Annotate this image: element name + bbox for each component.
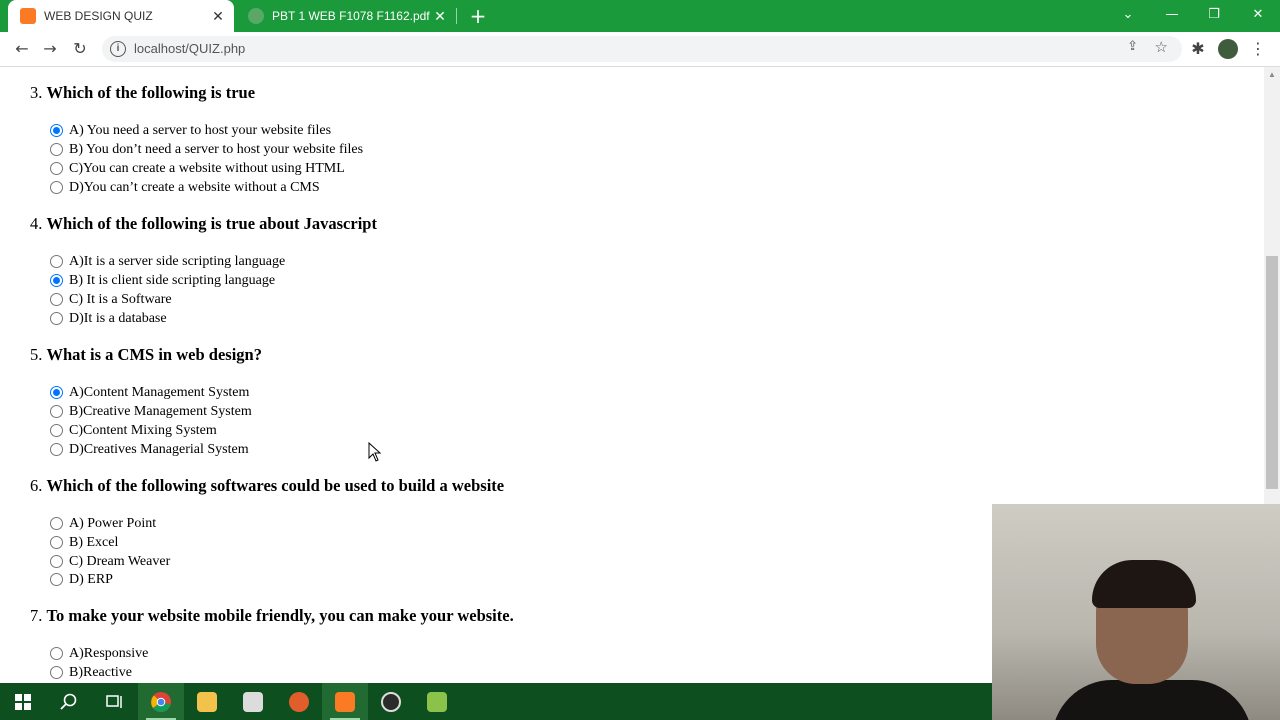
site-info-icon[interactable]: i <box>110 41 126 57</box>
q3-option-d[interactable]: D)You can’t create a website without a C… <box>50 178 320 197</box>
q4-option-c[interactable]: C) It is a Software <box>50 290 172 309</box>
q5-option-c[interactable]: C)Content Mixing System <box>50 421 217 440</box>
tab-title: PBT 1 WEB F1078 F1162.pdf <box>272 9 430 23</box>
windows-taskbar <box>0 683 992 720</box>
search-icon[interactable] <box>46 683 92 720</box>
back-arrow-icon[interactable]: ← <box>10 37 34 61</box>
radio-button[interactable] <box>50 274 63 287</box>
close-tab-icon[interactable]: ✕ <box>208 8 228 25</box>
extensions-puzzle-icon[interactable]: ✱ <box>1186 37 1210 61</box>
forward-arrow-icon[interactable]: → <box>38 37 62 61</box>
webcam-overlay <box>992 504 1280 720</box>
windows-start-icon[interactable] <box>0 683 46 720</box>
xampp-icon[interactable] <box>322 683 368 720</box>
q5-option-a[interactable]: A)Content Management System <box>50 383 249 402</box>
radio-button[interactable] <box>50 555 63 568</box>
scroll-up-arrow-icon[interactable]: ▲ <box>1264 67 1280 83</box>
q4-option-d[interactable]: D)It is a database <box>50 309 167 328</box>
radio-button[interactable] <box>50 143 63 156</box>
tab-pdf[interactable]: PBT 1 WEB F1078 F1162.pdf ✕ <box>236 0 456 32</box>
question-7-title: 7. To make your website mobile friendly,… <box>30 606 514 625</box>
tab-search-icon[interactable]: ⌄ <box>1106 0 1150 30</box>
radio-button[interactable] <box>50 293 63 306</box>
profile-avatar[interactable] <box>1218 39 1238 59</box>
q3-option-b[interactable]: B) You don’t need a server to host your … <box>50 140 363 159</box>
q7-option-b[interactable]: B)Reactive <box>50 663 132 682</box>
globe-icon <box>248 8 264 24</box>
q6-option-b[interactable]: B) Excel <box>50 533 118 552</box>
address-url[interactable]: localhost/QUIZ.php <box>134 41 245 56</box>
radio-button[interactable] <box>50 666 63 679</box>
radio-button[interactable] <box>50 124 63 137</box>
file-explorer-icon[interactable] <box>184 683 230 720</box>
scrollbar-thumb[interactable] <box>1266 256 1278 489</box>
address-bar[interactable]: i localhost/QUIZ.php ⇪ ☆ <box>102 36 1182 62</box>
bookmark-star-icon[interactable]: ☆ <box>1155 38 1168 56</box>
radio-button[interactable] <box>50 424 63 437</box>
radio-button[interactable] <box>50 536 63 549</box>
q5-option-b[interactable]: B)Creative Management System <box>50 402 252 421</box>
restore-button[interactable]: ❐ <box>1192 0 1236 30</box>
radio-button[interactable] <box>50 386 63 399</box>
radio-button[interactable] <box>50 443 63 456</box>
question-6-title: 6. Which of the following softwares coul… <box>30 476 505 495</box>
radio-button[interactable] <box>50 162 63 175</box>
q5-option-d[interactable]: D)Creatives Managerial System <box>50 440 249 459</box>
person-shirt <box>1052 680 1252 720</box>
radio-button[interactable] <box>50 405 63 418</box>
question-4-title: 4. Which of the following is true about … <box>30 214 377 233</box>
radio-button[interactable] <box>50 255 63 268</box>
xampp-icon <box>20 8 36 24</box>
q4-option-a[interactable]: A)It is a server side scripting language <box>50 252 285 271</box>
menu-kebab-icon[interactable]: ⋮ <box>1246 37 1270 61</box>
chrome-icon[interactable] <box>138 683 184 720</box>
q3-option-c[interactable]: C)You can create a website without using… <box>50 159 345 178</box>
radio-button[interactable] <box>50 573 63 586</box>
question-5-title: 5. What is a CMS in web design? <box>30 345 262 364</box>
q7-option-a[interactable]: A)Responsive <box>50 644 148 663</box>
media-player-icon[interactable] <box>276 683 322 720</box>
radio-button[interactable] <box>50 312 63 325</box>
question-3-title: 3. Which of the following is true <box>30 83 256 102</box>
notepad-plus-plus-icon[interactable] <box>414 683 460 720</box>
radio-button[interactable] <box>50 647 63 660</box>
person-hair <box>1092 560 1196 608</box>
q6-option-c[interactable]: C) Dream Weaver <box>50 552 170 571</box>
new-tab-button[interactable]: + <box>466 4 490 28</box>
radio-button[interactable] <box>50 517 63 530</box>
tab-title: WEB DESIGN QUIZ <box>44 9 153 23</box>
tab-web-design-quiz[interactable]: WEB DESIGN QUIZ ✕ <box>8 0 234 32</box>
close-tab-icon[interactable]: ✕ <box>430 8 450 25</box>
q4-option-b[interactable]: B) It is client side scripting language <box>50 271 275 290</box>
task-view-icon[interactable] <box>92 683 138 720</box>
obs-icon[interactable] <box>368 683 414 720</box>
close-window-button[interactable]: ✕ <box>1236 0 1280 30</box>
browser-toolbar: ← → ↻ i localhost/QUIZ.php ⇪ ☆ ✱ ⋮ <box>0 32 1280 67</box>
microsoft-store-icon[interactable] <box>230 683 276 720</box>
tab-strip: WEB DESIGN QUIZ ✕ PBT 1 WEB F1078 F1162.… <box>0 0 1280 32</box>
q3-option-a[interactable]: A) You need a server to host your websit… <box>50 121 331 140</box>
share-icon[interactable]: ⇪ <box>1127 39 1138 54</box>
reload-icon[interactable]: ↻ <box>68 37 92 61</box>
tab-separator <box>456 8 457 24</box>
q6-option-d[interactable]: D) ERP <box>50 570 113 589</box>
q6-option-a[interactable]: A) Power Point <box>50 514 156 533</box>
radio-button[interactable] <box>50 181 63 194</box>
minimize-button[interactable]: — <box>1150 0 1194 30</box>
mouse-cursor-icon <box>368 442 382 462</box>
